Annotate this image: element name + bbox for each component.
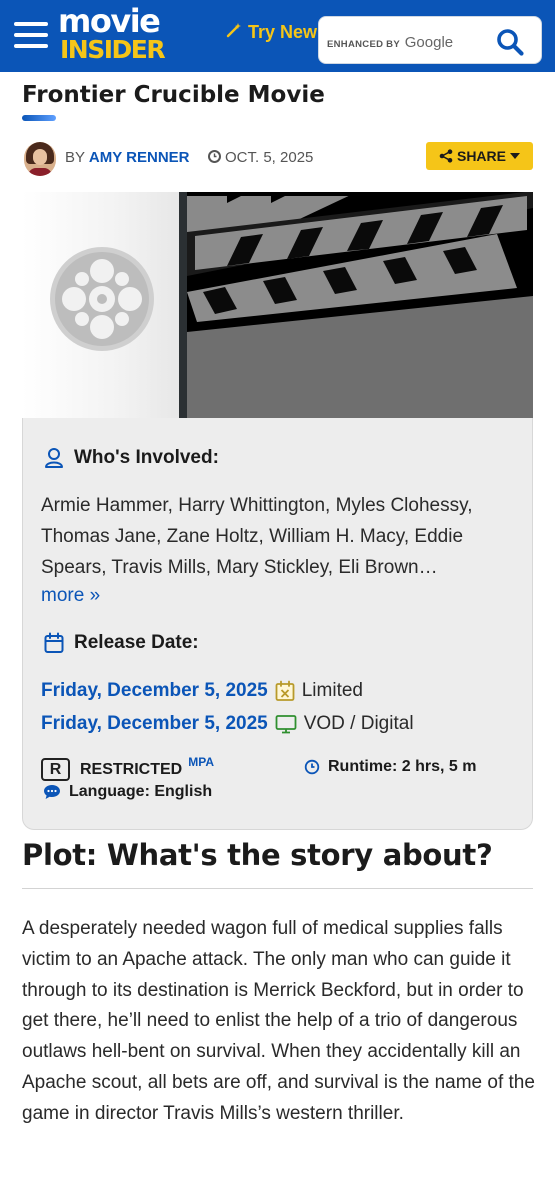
clapperboard-panel xyxy=(187,192,533,418)
enhanced-by-label: ENHANCED BY xyxy=(327,39,400,50)
share-icon xyxy=(439,149,453,163)
publish-date: OCT. 5, 2025 xyxy=(208,149,313,166)
rating-badge: R xyxy=(41,758,70,781)
try-new-link[interactable]: Try New xyxy=(226,22,317,43)
menu-icon[interactable] xyxy=(14,22,48,48)
by-label: BY xyxy=(65,149,85,166)
plot-summary: A desperately needed wagon full of medic… xyxy=(22,918,535,1124)
mpa-label: MPA xyxy=(188,754,215,769)
clock-icon xyxy=(304,759,320,775)
image-divider xyxy=(179,192,187,418)
release-row-limited: Friday, December 5, 2025 Limited xyxy=(41,680,363,702)
rating-text: RESTRICTED xyxy=(80,760,183,778)
google-label: Google xyxy=(404,34,454,51)
release-date-heading: Release Date: xyxy=(44,632,199,654)
share-label: SHARE xyxy=(456,148,506,164)
try-new-label: Try New xyxy=(248,22,318,42)
logo-top-text: movie xyxy=(58,2,161,40)
clock-icon xyxy=(208,150,221,163)
site-logo[interactable]: movie INSIDER xyxy=(58,4,178,68)
person-icon xyxy=(45,448,63,468)
author-avatar[interactable] xyxy=(24,142,56,176)
share-button[interactable]: SHARE xyxy=(426,142,533,170)
release-date-link[interactable]: Friday, December 5, 2025 xyxy=(41,680,268,702)
calendar-icon xyxy=(44,632,64,653)
film-reel-icon xyxy=(50,247,154,351)
language-text: Language: English xyxy=(69,783,213,800)
byline: BY AMY RENNER xyxy=(65,149,190,166)
runtime-text: Runtime: 2 hrs, 5 m xyxy=(328,758,477,775)
publish-date-text: OCT. 5, 2025 xyxy=(225,149,314,166)
calendar-limited-icon xyxy=(275,680,295,701)
title-underline xyxy=(22,115,56,121)
logo-bottom-text: INSIDER xyxy=(60,35,166,64)
more-cast-link[interactable]: more » xyxy=(41,585,100,607)
cast-list: Armie Hammer, Harry Whittington, Myles C… xyxy=(41,495,473,578)
movie-poster-placeholder xyxy=(22,192,533,418)
film-reel-panel xyxy=(22,192,180,418)
whos-involved-heading: Who's Involved: xyxy=(44,447,219,469)
search-input[interactable]: ENHANCED BY Google xyxy=(327,34,453,51)
release-row-vod: Friday, December 5, 2025 VOD / Digital xyxy=(41,713,414,735)
chevron-down-icon xyxy=(510,152,520,159)
search-button[interactable] xyxy=(495,27,525,57)
mpa-rating: R RESTRICTED MPA xyxy=(41,754,215,781)
speech-bubble-icon xyxy=(44,785,60,799)
search-icon xyxy=(497,29,524,56)
magic-wand-icon xyxy=(226,22,242,43)
author-link[interactable]: AMY RENNER xyxy=(89,149,190,166)
monitor-icon xyxy=(275,715,297,734)
release-type: VOD / Digital xyxy=(303,713,414,734)
site-header: movie INSIDER Try New ENHANCED BY Google xyxy=(0,0,555,72)
runtime: Runtime: 2 hrs, 5 m xyxy=(304,758,476,776)
release-date-label: Release Date: xyxy=(74,632,199,653)
whos-involved-label: Who's Involved: xyxy=(74,447,219,468)
clapperboard-icon xyxy=(187,192,533,418)
plot-heading: Plot: What's the story about? xyxy=(22,838,493,872)
release-date-link[interactable]: Friday, December 5, 2025 xyxy=(41,713,268,735)
search-box[interactable]: ENHANCED BY Google xyxy=(318,16,542,64)
page-title: Frontier Crucible Movie xyxy=(22,82,325,108)
plot-divider xyxy=(22,888,533,889)
release-type: Limited xyxy=(301,680,363,701)
language: Language: English xyxy=(43,783,212,801)
